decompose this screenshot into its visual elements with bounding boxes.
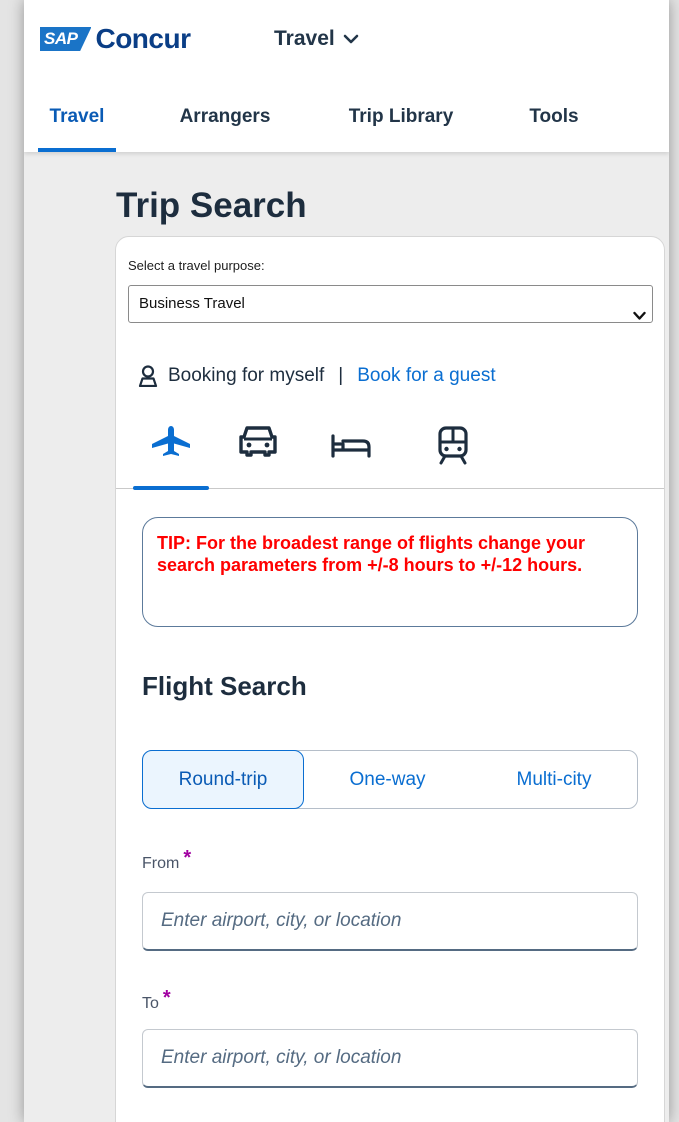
- multi-city-button[interactable]: Multi-city: [471, 751, 637, 808]
- trip-search-card: Select a travel purpose: Business Travel…: [115, 236, 665, 1122]
- tab-rail[interactable]: [423, 421, 483, 489]
- trip-type-segmented-control: Round-trip One-way Multi-city: [142, 750, 638, 809]
- nav-tab-tools[interactable]: Tools: [523, 100, 585, 152]
- nav-tab-travel[interactable]: Travel: [38, 100, 116, 152]
- to-label-text: To: [142, 995, 159, 1012]
- travel-mode-tabs: [116, 421, 664, 490]
- airplane-icon: [150, 425, 192, 462]
- booking-for-myself-text: Booking for myself: [168, 365, 325, 386]
- required-asterisk: *: [162, 987, 171, 1009]
- nav-tab-arrangers[interactable]: Arrangers: [172, 100, 278, 152]
- travel-purpose-label: Select a travel purpose:: [128, 258, 265, 273]
- from-field-label: From *: [142, 847, 191, 874]
- tab-flight[interactable]: [133, 421, 209, 490]
- page-title: Trip Search: [116, 186, 307, 225]
- tip-text: TIP: For the broadest range of flights c…: [157, 533, 586, 575]
- from-label-text: From: [142, 855, 180, 872]
- chevron-down-icon: [343, 27, 359, 51]
- concur-wordmark: Concur: [95, 23, 191, 54]
- booking-for-row: Booking for myself | Book for a guest: [138, 365, 496, 387]
- car-icon: [239, 425, 277, 462]
- required-asterisk: *: [183, 847, 192, 869]
- chevron-down-icon: [633, 299, 646, 335]
- to-location-input[interactable]: Enter airport, city, or location: [142, 1029, 638, 1088]
- top-header: SAP Concur Travel Travel Arrangers Trip …: [24, 0, 669, 152]
- train-icon: [435, 425, 471, 470]
- flight-search-title: Flight Search: [142, 671, 307, 701]
- nav-tab-trip-library[interactable]: Trip Library: [337, 100, 465, 152]
- to-field-label: To *: [142, 987, 171, 1014]
- sap-concur-logo[interactable]: SAP Concur: [40, 23, 191, 54]
- person-icon: [138, 365, 158, 387]
- product-switcher-label: Travel: [274, 27, 335, 50]
- tab-hotel[interactable]: [321, 421, 381, 489]
- tab-car[interactable]: [228, 421, 288, 489]
- from-location-input[interactable]: Enter airport, city, or location: [142, 892, 638, 951]
- app-window: SAP Concur Travel Travel Arrangers Trip …: [24, 0, 669, 1122]
- one-way-button[interactable]: One-way: [304, 751, 471, 808]
- tip-message-box: TIP: For the broadest range of flights c…: [142, 517, 638, 627]
- bed-icon: [330, 425, 372, 464]
- travel-purpose-select[interactable]: Business Travel: [128, 285, 653, 323]
- round-trip-button[interactable]: Round-trip: [142, 750, 304, 809]
- travel-purpose-value: Business Travel: [139, 295, 245, 312]
- product-switcher[interactable]: Travel: [274, 24, 359, 54]
- booking-separator: |: [338, 365, 344, 386]
- sap-logo-mark: SAP: [40, 27, 92, 51]
- book-for-guest-link[interactable]: Book for a guest: [357, 365, 495, 387]
